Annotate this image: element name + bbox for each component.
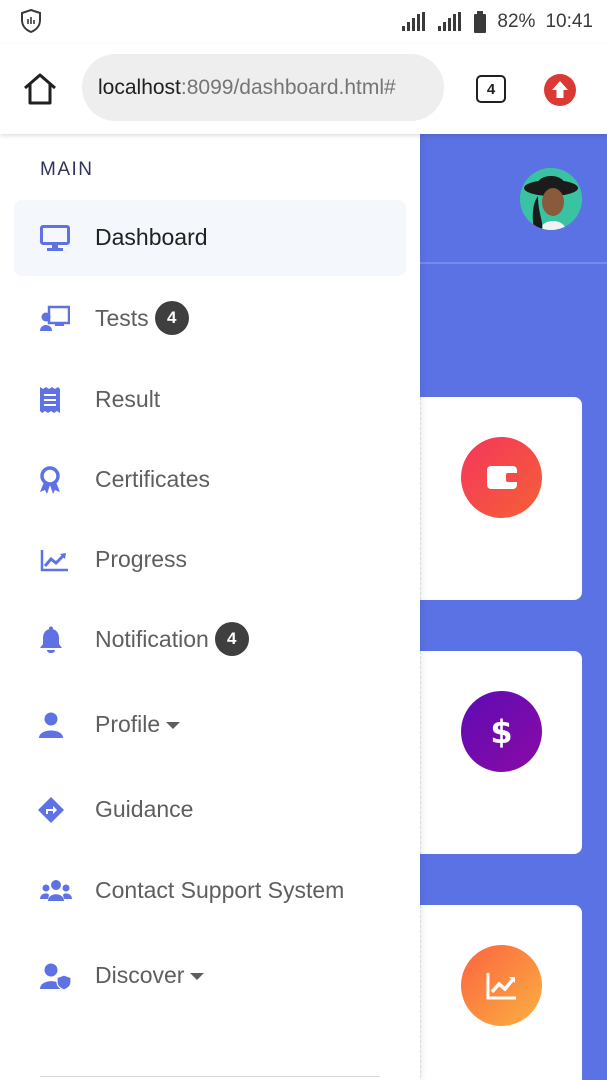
sidebar-item-tests[interactable]: Tests 4 bbox=[14, 282, 406, 358]
wallet-icon bbox=[461, 437, 542, 518]
shield-icon bbox=[21, 9, 41, 33]
caret-down-icon bbox=[190, 973, 205, 980]
sidebar-item-label-group: Tests 4 bbox=[95, 301, 189, 335]
dollar-icon: $ bbox=[461, 691, 542, 772]
chart-line-icon bbox=[40, 550, 68, 572]
sidebar-item-notification[interactable]: Notification 4 bbox=[14, 602, 406, 678]
avatar[interactable] bbox=[520, 168, 582, 230]
battery-icon bbox=[474, 11, 487, 33]
url-path: :8099/dashboard.html# bbox=[180, 76, 396, 99]
sidebar-item-label: Notification bbox=[95, 625, 209, 652]
address-bar[interactable]: localhost:8099/dashboard.html# bbox=[82, 54, 444, 121]
stat-card-performance bbox=[420, 905, 582, 1080]
arrow-up-icon bbox=[552, 81, 568, 98]
sidebar-item-guidance[interactable]: Guidance bbox=[14, 772, 406, 848]
sidebar-item-certificates[interactable]: Certificates bbox=[14, 442, 406, 518]
battery-percent: 82% bbox=[497, 11, 536, 32]
url-host: localhost bbox=[98, 76, 181, 99]
sidebar-item-result[interactable]: Result bbox=[14, 362, 406, 438]
directions-icon bbox=[38, 797, 64, 823]
sidebar-item-contact-support[interactable]: Contact Support System bbox=[14, 853, 406, 929]
browser-toolbar: localhost:8099/dashboard.html# 4 bbox=[0, 44, 607, 134]
stat-card-wallet bbox=[420, 397, 582, 600]
desktop-icon bbox=[40, 225, 70, 251]
sidebar-item-label: Guidance bbox=[95, 796, 194, 822]
sidebar-item-label-group: Profile bbox=[95, 711, 181, 738]
signal-icon bbox=[402, 12, 426, 31]
sidebar-item-label-group: Notification 4 bbox=[95, 622, 249, 656]
caret-down-icon bbox=[166, 722, 181, 729]
chart-bar-icon bbox=[461, 945, 542, 1026]
sidebar-item-label-group: Discover bbox=[95, 962, 205, 989]
clock: 10:41 bbox=[545, 11, 593, 32]
users-icon bbox=[40, 880, 72, 901]
sidebar-item-label: Discover bbox=[95, 962, 185, 988]
sidebar: MAIN Dashboard Tests 4 Result Certificat… bbox=[0, 134, 420, 1080]
sidebar-item-discover[interactable]: Discover bbox=[14, 938, 406, 1014]
sidebar-item-label: Progress bbox=[95, 546, 188, 572]
sidebar-item-label: Profile bbox=[95, 711, 161, 737]
sidebar-divider bbox=[40, 1076, 380, 1077]
signal-icon-2 bbox=[438, 12, 462, 31]
chalkboard-teacher-icon bbox=[40, 305, 70, 331]
notification-count-badge: 4 bbox=[214, 622, 249, 656]
user-icon bbox=[39, 712, 63, 738]
svg-text:$: $ bbox=[490, 713, 512, 751]
sidebar-item-label: Contact Support System bbox=[95, 877, 345, 903]
stat-card-money: $ bbox=[420, 651, 582, 854]
sidebar-heading: MAIN bbox=[40, 159, 94, 180]
topnav-divider bbox=[420, 262, 607, 264]
user-shield-icon bbox=[40, 963, 72, 990]
award-icon bbox=[40, 466, 60, 494]
sidebar-item-label: Result bbox=[95, 386, 161, 412]
status-bar: 82% 10:41 bbox=[0, 0, 607, 44]
sidebar-item-label: Dashboard bbox=[95, 224, 208, 250]
tests-count-badge: 4 bbox=[154, 301, 189, 335]
receipt-icon bbox=[40, 387, 60, 413]
sidebar-item-label: Certificates bbox=[95, 466, 211, 492]
tab-switcher-button[interactable]: 4 bbox=[476, 75, 506, 103]
bell-icon bbox=[40, 626, 62, 653]
avatar-image bbox=[520, 168, 582, 230]
sidebar-item-progress[interactable]: Progress bbox=[14, 522, 406, 598]
sidebar-item-profile[interactable]: Profile bbox=[14, 687, 406, 763]
sidebar-item-dashboard[interactable]: Dashboard bbox=[14, 200, 406, 276]
update-button[interactable] bbox=[544, 74, 576, 106]
home-icon[interactable] bbox=[22, 72, 58, 106]
sidebar-item-label: Tests bbox=[95, 304, 149, 331]
